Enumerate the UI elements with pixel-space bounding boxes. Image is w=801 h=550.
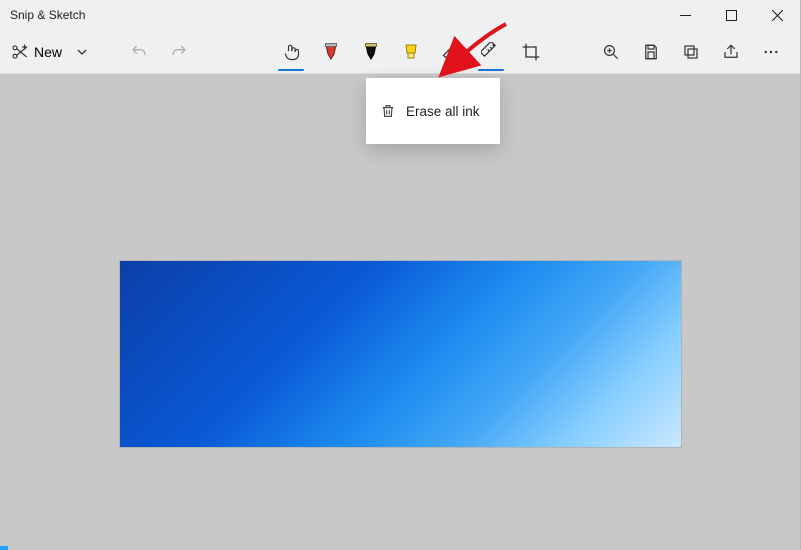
erase-all-ink-item[interactable]: Erase all ink	[406, 104, 480, 119]
highlighter-yellow-icon	[402, 42, 420, 62]
touch-writing-icon	[281, 42, 301, 62]
new-dropdown[interactable]	[70, 33, 94, 71]
eraser-button[interactable]	[432, 33, 470, 71]
save-icon	[642, 43, 660, 61]
pen-red-icon	[322, 42, 340, 62]
highlighter-button[interactable]	[392, 33, 430, 71]
touch-writing-button[interactable]	[272, 33, 310, 71]
app-title: Snip & Sketch	[10, 8, 85, 22]
ruler-icon	[481, 42, 501, 62]
new-button[interactable]: New	[10, 33, 68, 71]
window-minimize-icon[interactable]	[662, 0, 708, 30]
scissors-plus-icon	[10, 42, 30, 62]
chevron-down-icon	[77, 47, 87, 57]
bottom-accent	[0, 546, 8, 550]
redo-button[interactable]	[160, 33, 198, 71]
more-button[interactable]	[752, 33, 790, 71]
crop-icon	[521, 42, 541, 62]
undo-icon	[130, 43, 148, 61]
new-button-label: New	[30, 44, 68, 60]
titlebar: Snip & Sketch	[0, 0, 800, 30]
toolbar: New	[0, 30, 800, 74]
selected-indicator	[278, 69, 304, 71]
undo-button[interactable]	[120, 33, 158, 71]
window-controls	[662, 0, 800, 30]
selected-indicator	[478, 69, 504, 71]
share-button[interactable]	[712, 33, 750, 71]
redo-icon	[170, 43, 188, 61]
copy-icon	[682, 43, 700, 61]
ruler-button[interactable]	[472, 33, 510, 71]
window-maximize-icon[interactable]	[708, 0, 754, 30]
image-content	[120, 261, 681, 447]
eraser-menu: Erase all ink	[366, 78, 500, 144]
eraser-icon	[441, 42, 461, 62]
window-close-icon[interactable]	[754, 0, 800, 30]
pen-black-icon	[362, 42, 380, 62]
zoom-button[interactable]	[592, 33, 630, 71]
ballpoint-pen-button[interactable]	[312, 33, 350, 71]
snip-image[interactable]	[119, 260, 682, 448]
zoom-icon	[602, 43, 620, 61]
crop-button[interactable]	[512, 33, 550, 71]
canvas-area[interactable]	[0, 74, 801, 550]
pencil-button[interactable]	[352, 33, 390, 71]
save-button[interactable]	[632, 33, 670, 71]
more-icon	[762, 43, 780, 61]
trash-icon	[380, 103, 396, 119]
copy-button[interactable]	[672, 33, 710, 71]
share-icon	[722, 43, 740, 61]
